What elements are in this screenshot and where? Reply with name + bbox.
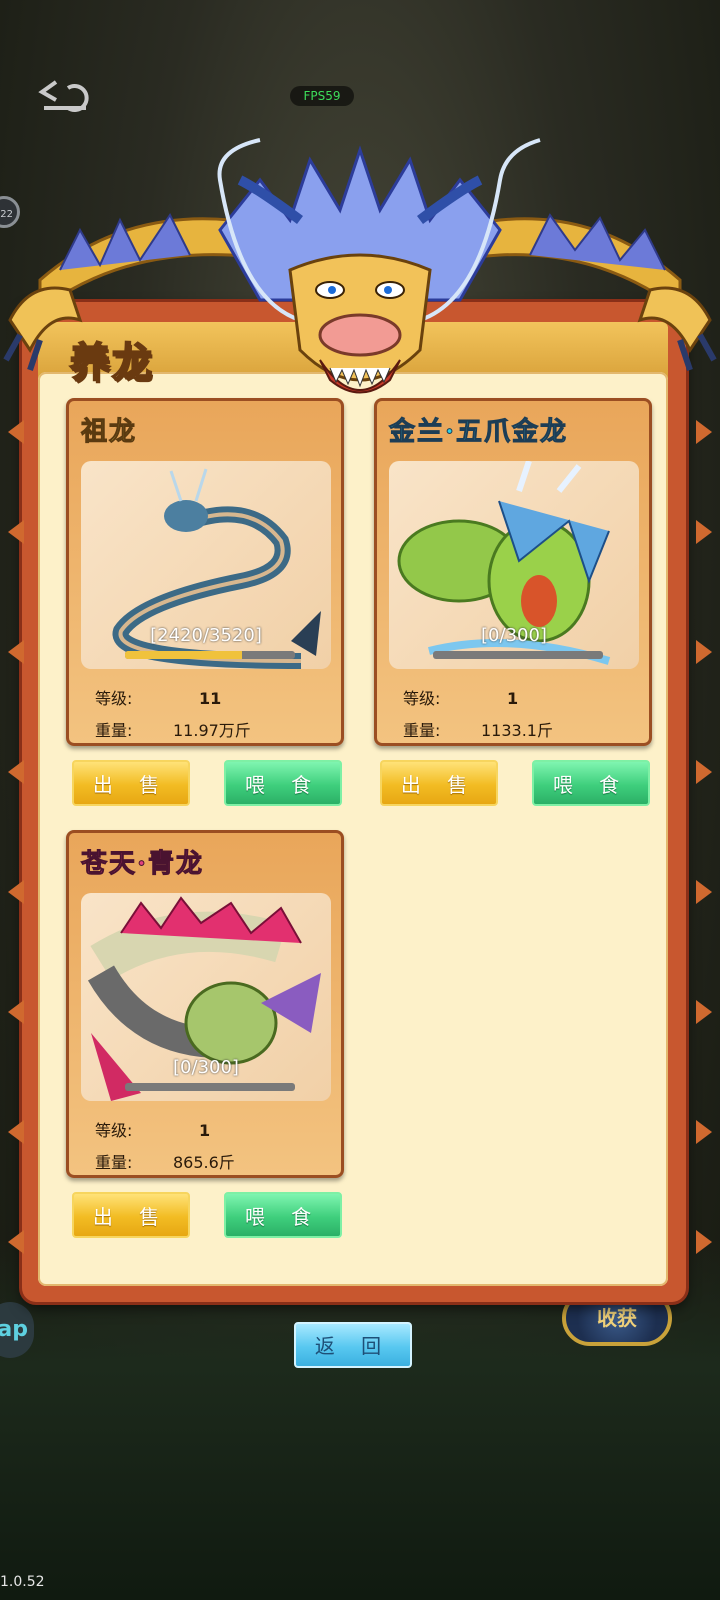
dragon-portrait[interactable]: [2420/3520]	[81, 461, 331, 669]
frame-spike	[8, 640, 24, 664]
sell-button[interactable]: 出 售	[72, 760, 190, 806]
weight-label: 重量:	[403, 721, 441, 740]
level-row: 等级: 1	[95, 1117, 210, 1141]
frame-spike	[696, 1000, 712, 1024]
dragon-card-qinglong: 苍天·青龙 [0/300] 等级: 1 重量: 865.6斤	[66, 830, 344, 1178]
weight-row: 重量: 11.97万斤	[95, 717, 251, 741]
frame-spike	[696, 520, 712, 544]
dragon-name: 金兰·五爪金龙	[388, 417, 569, 448]
feed-progress-text: [0/300]	[173, 1057, 239, 1078]
feed-button[interactable]: 喂 食	[224, 1192, 342, 1238]
weight-value: 11.97万斤	[173, 721, 251, 740]
weight-value: 865.6斤	[173, 1153, 235, 1172]
frame-spike	[8, 1000, 24, 1024]
dragon-header-illustration	[3, 138, 717, 394]
frame-spike	[696, 760, 712, 784]
frame-spike	[8, 760, 24, 784]
dragon-portrait[interactable]: [0/300]	[389, 461, 639, 669]
feed-progress-fill	[125, 651, 242, 659]
feed-progress-text: [0/300]	[481, 625, 547, 646]
feed-progress-bar	[125, 651, 295, 659]
weight-row: 重量: 1133.1斤	[403, 717, 553, 741]
feed-button[interactable]: 喂 食	[532, 760, 650, 806]
level-row: 等级: 1	[403, 685, 518, 709]
dragon-name: 祖龙	[80, 417, 138, 448]
feed-progress-bar	[125, 1083, 295, 1091]
weight-label: 重量:	[95, 721, 133, 740]
weight-label: 重量:	[95, 1153, 133, 1172]
frame-spike	[696, 1230, 712, 1254]
dragon-card-golden: 金兰·五爪金龙 [0/300] 等级: 1 重量: 1133.1斤	[374, 398, 652, 746]
dragon-card-zulong: 祖龙 [2420/3520] 等级: 11 重量: 11.97万斤	[66, 398, 344, 746]
level-value: 1	[199, 1121, 211, 1140]
level-row: 等级: 11	[95, 685, 221, 709]
back-arrow-icon[interactable]	[34, 78, 94, 120]
frame-spike	[696, 1120, 712, 1144]
back-button[interactable]: 返 回	[294, 1322, 412, 1368]
sell-button[interactable]: 出 售	[72, 1192, 190, 1238]
dragon-portrait[interactable]: [0/300]	[81, 893, 331, 1101]
sell-button[interactable]: 出 售	[380, 760, 498, 806]
frame-spike	[8, 520, 24, 544]
frame-spike	[696, 880, 712, 904]
feed-progress-text: [2420/3520]	[150, 625, 262, 646]
frame-spike	[696, 640, 712, 664]
level-label: 等级:	[95, 1121, 133, 1140]
frame-spike	[8, 1230, 24, 1254]
frame-spike	[8, 1120, 24, 1144]
version-label: 1.0.52	[0, 1574, 45, 1590]
level-label: 等级:	[95, 689, 133, 708]
weight-value: 1133.1斤	[481, 721, 553, 740]
level-label: 等级:	[403, 689, 441, 708]
fps-counter: FPS59	[290, 86, 354, 106]
dragon-name: 苍天·青龙	[80, 849, 205, 880]
level-value: 11	[199, 689, 222, 708]
weight-row: 重量: 865.6斤	[95, 1149, 235, 1173]
feed-button[interactable]: 喂 食	[224, 760, 342, 806]
level-value: 1	[507, 689, 519, 708]
feed-progress-bar	[433, 651, 603, 659]
frame-spike	[8, 880, 24, 904]
